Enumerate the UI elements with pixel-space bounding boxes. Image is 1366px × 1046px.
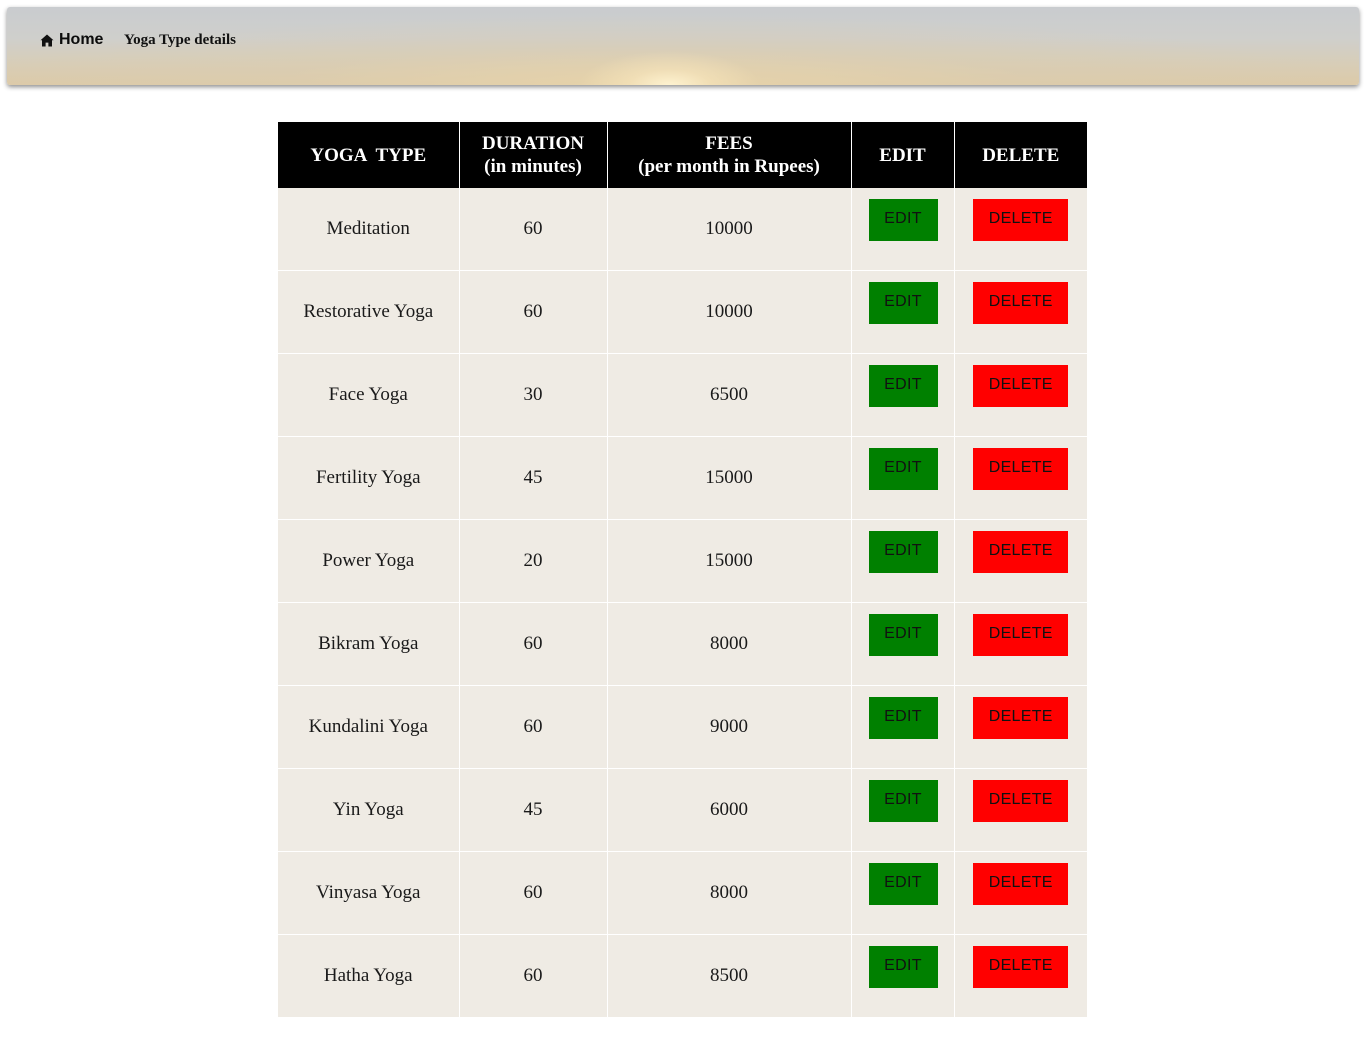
cell-yoga-type: Bikram Yoga bbox=[278, 602, 460, 686]
table-row: Restorative Yoga 60 10000 EDIT DELETE bbox=[278, 270, 1087, 354]
cell-fees: 6500 bbox=[607, 353, 852, 437]
edit-button[interactable]: EDIT bbox=[868, 863, 938, 905]
header-edit: EDIT bbox=[851, 122, 955, 188]
header-fees-label: FEES bbox=[705, 133, 753, 154]
cell-delete: DELETE bbox=[954, 685, 1087, 769]
cell-duration: 60 bbox=[459, 934, 608, 1018]
header-duration-unit: (in minutes) bbox=[484, 156, 582, 177]
cell-yoga-type: Power Yoga bbox=[278, 519, 460, 603]
edit-button[interactable]: EDIT bbox=[868, 199, 938, 241]
header-fees-unit: (per month in Rupees) bbox=[638, 156, 820, 177]
table-row: Yin Yoga 45 6000 EDIT DELETE bbox=[278, 768, 1087, 852]
cell-duration: 60 bbox=[459, 851, 608, 935]
cell-edit: EDIT bbox=[851, 436, 955, 520]
delete-button[interactable]: DELETE bbox=[973, 780, 1069, 822]
header-duration: DURATION (in minutes) bbox=[459, 122, 608, 188]
edit-button[interactable]: EDIT bbox=[868, 531, 938, 573]
cell-duration: 30 bbox=[459, 353, 608, 437]
cell-duration: 60 bbox=[459, 270, 608, 354]
delete-button[interactable]: DELETE bbox=[973, 199, 1069, 241]
cell-fees: 9000 bbox=[607, 685, 852, 769]
cell-edit: EDIT bbox=[851, 685, 955, 769]
cell-fees: 8000 bbox=[607, 851, 852, 935]
cell-yoga-type: Kundalini Yoga bbox=[278, 685, 460, 769]
table-row: Face Yoga 30 6500 EDIT DELETE bbox=[278, 353, 1087, 437]
header-yoga-type: YOGA TYPE bbox=[278, 122, 460, 188]
delete-button[interactable]: DELETE bbox=[973, 697, 1069, 739]
header-delete: DELETE bbox=[954, 122, 1087, 188]
cell-yoga-type: Restorative Yoga bbox=[278, 270, 460, 354]
delete-button[interactable]: DELETE bbox=[973, 531, 1069, 573]
table-row: Hatha Yoga 60 8500 EDIT DELETE bbox=[278, 934, 1087, 1018]
edit-button[interactable]: EDIT bbox=[868, 697, 938, 739]
cell-yoga-type: Fertility Yoga bbox=[278, 436, 460, 520]
cell-yoga-type: Yin Yoga bbox=[278, 768, 460, 852]
cell-fees: 6000 bbox=[607, 768, 852, 852]
edit-button[interactable]: EDIT bbox=[868, 448, 938, 490]
cell-edit: EDIT bbox=[851, 934, 955, 1018]
cell-delete: DELETE bbox=[954, 353, 1087, 437]
delete-button[interactable]: DELETE bbox=[973, 365, 1069, 407]
cell-duration: 45 bbox=[459, 768, 608, 852]
cell-fees: 15000 bbox=[607, 519, 852, 603]
edit-button[interactable]: EDIT bbox=[868, 614, 938, 656]
home-icon bbox=[40, 34, 54, 47]
cell-edit: EDIT bbox=[851, 188, 955, 271]
cell-edit: EDIT bbox=[851, 768, 955, 852]
table-row: Meditation 60 10000 EDIT DELETE bbox=[278, 188, 1087, 271]
delete-button[interactable]: DELETE bbox=[973, 946, 1069, 988]
cell-delete: DELETE bbox=[954, 436, 1087, 520]
edit-button[interactable]: EDIT bbox=[868, 946, 938, 988]
cell-delete: DELETE bbox=[954, 768, 1087, 852]
delete-button[interactable]: DELETE bbox=[973, 448, 1069, 490]
cell-edit: EDIT bbox=[851, 851, 955, 935]
cell-fees: 8500 bbox=[607, 934, 852, 1018]
cell-edit: EDIT bbox=[851, 353, 955, 437]
cell-yoga-type: Meditation bbox=[278, 188, 460, 271]
cell-delete: DELETE bbox=[954, 519, 1087, 603]
cell-edit: EDIT bbox=[851, 519, 955, 603]
table-row: Power Yoga 20 15000 EDIT DELETE bbox=[278, 519, 1087, 603]
home-link-label: Home bbox=[59, 31, 104, 48]
cell-delete: DELETE bbox=[954, 851, 1087, 935]
nav-yoga-type-details[interactable]: Yoga Type details bbox=[124, 32, 236, 49]
cell-fees: 8000 bbox=[607, 602, 852, 686]
edit-button[interactable]: EDIT bbox=[868, 780, 938, 822]
cell-duration: 20 bbox=[459, 519, 608, 603]
cell-yoga-type: Vinyasa Yoga bbox=[278, 851, 460, 935]
edit-button[interactable]: EDIT bbox=[868, 282, 938, 324]
home-link[interactable]: Home bbox=[40, 31, 103, 49]
delete-button[interactable]: DELETE bbox=[973, 282, 1069, 324]
table-body: Meditation 60 10000 EDIT DELETE Restorat… bbox=[278, 188, 1087, 1018]
delete-button[interactable]: DELETE bbox=[973, 863, 1069, 905]
header-fees: FEES (per month in Rupees) bbox=[607, 122, 852, 188]
edit-button[interactable]: EDIT bbox=[868, 365, 938, 407]
cell-duration: 60 bbox=[459, 602, 608, 686]
table-header-row: YOGA TYPE DURATION (in minutes) FEES (pe… bbox=[278, 122, 1087, 188]
yoga-type-table: YOGA TYPE DURATION (in minutes) FEES (pe… bbox=[278, 122, 1087, 1018]
cell-duration: 60 bbox=[459, 188, 608, 271]
cell-yoga-type: Hatha Yoga bbox=[278, 934, 460, 1018]
table-row: Bikram Yoga 60 8000 EDIT DELETE bbox=[278, 602, 1087, 686]
cell-fees: 10000 bbox=[607, 188, 852, 271]
table-row: Fertility Yoga 45 15000 EDIT DELETE bbox=[278, 436, 1087, 520]
table-row: Kundalini Yoga 60 9000 EDIT DELETE bbox=[278, 685, 1087, 769]
cell-delete: DELETE bbox=[954, 270, 1087, 354]
cell-delete: DELETE bbox=[954, 602, 1087, 686]
cell-duration: 45 bbox=[459, 436, 608, 520]
header-yoga-type-label: YOGA TYPE bbox=[310, 144, 427, 166]
cell-edit: EDIT bbox=[851, 270, 955, 354]
cell-duration: 60 bbox=[459, 685, 608, 769]
cell-delete: DELETE bbox=[954, 934, 1087, 1018]
cell-edit: EDIT bbox=[851, 602, 955, 686]
top-nav-bar: Home Yoga Type details bbox=[7, 7, 1359, 85]
cell-yoga-type: Face Yoga bbox=[278, 353, 460, 437]
cell-delete: DELETE bbox=[954, 188, 1087, 271]
cell-fees: 10000 bbox=[607, 270, 852, 354]
header-duration-label: DURATION bbox=[481, 133, 585, 154]
table-row: Vinyasa Yoga 60 8000 EDIT DELETE bbox=[278, 851, 1087, 935]
delete-button[interactable]: DELETE bbox=[973, 614, 1069, 656]
cell-fees: 15000 bbox=[607, 436, 852, 520]
